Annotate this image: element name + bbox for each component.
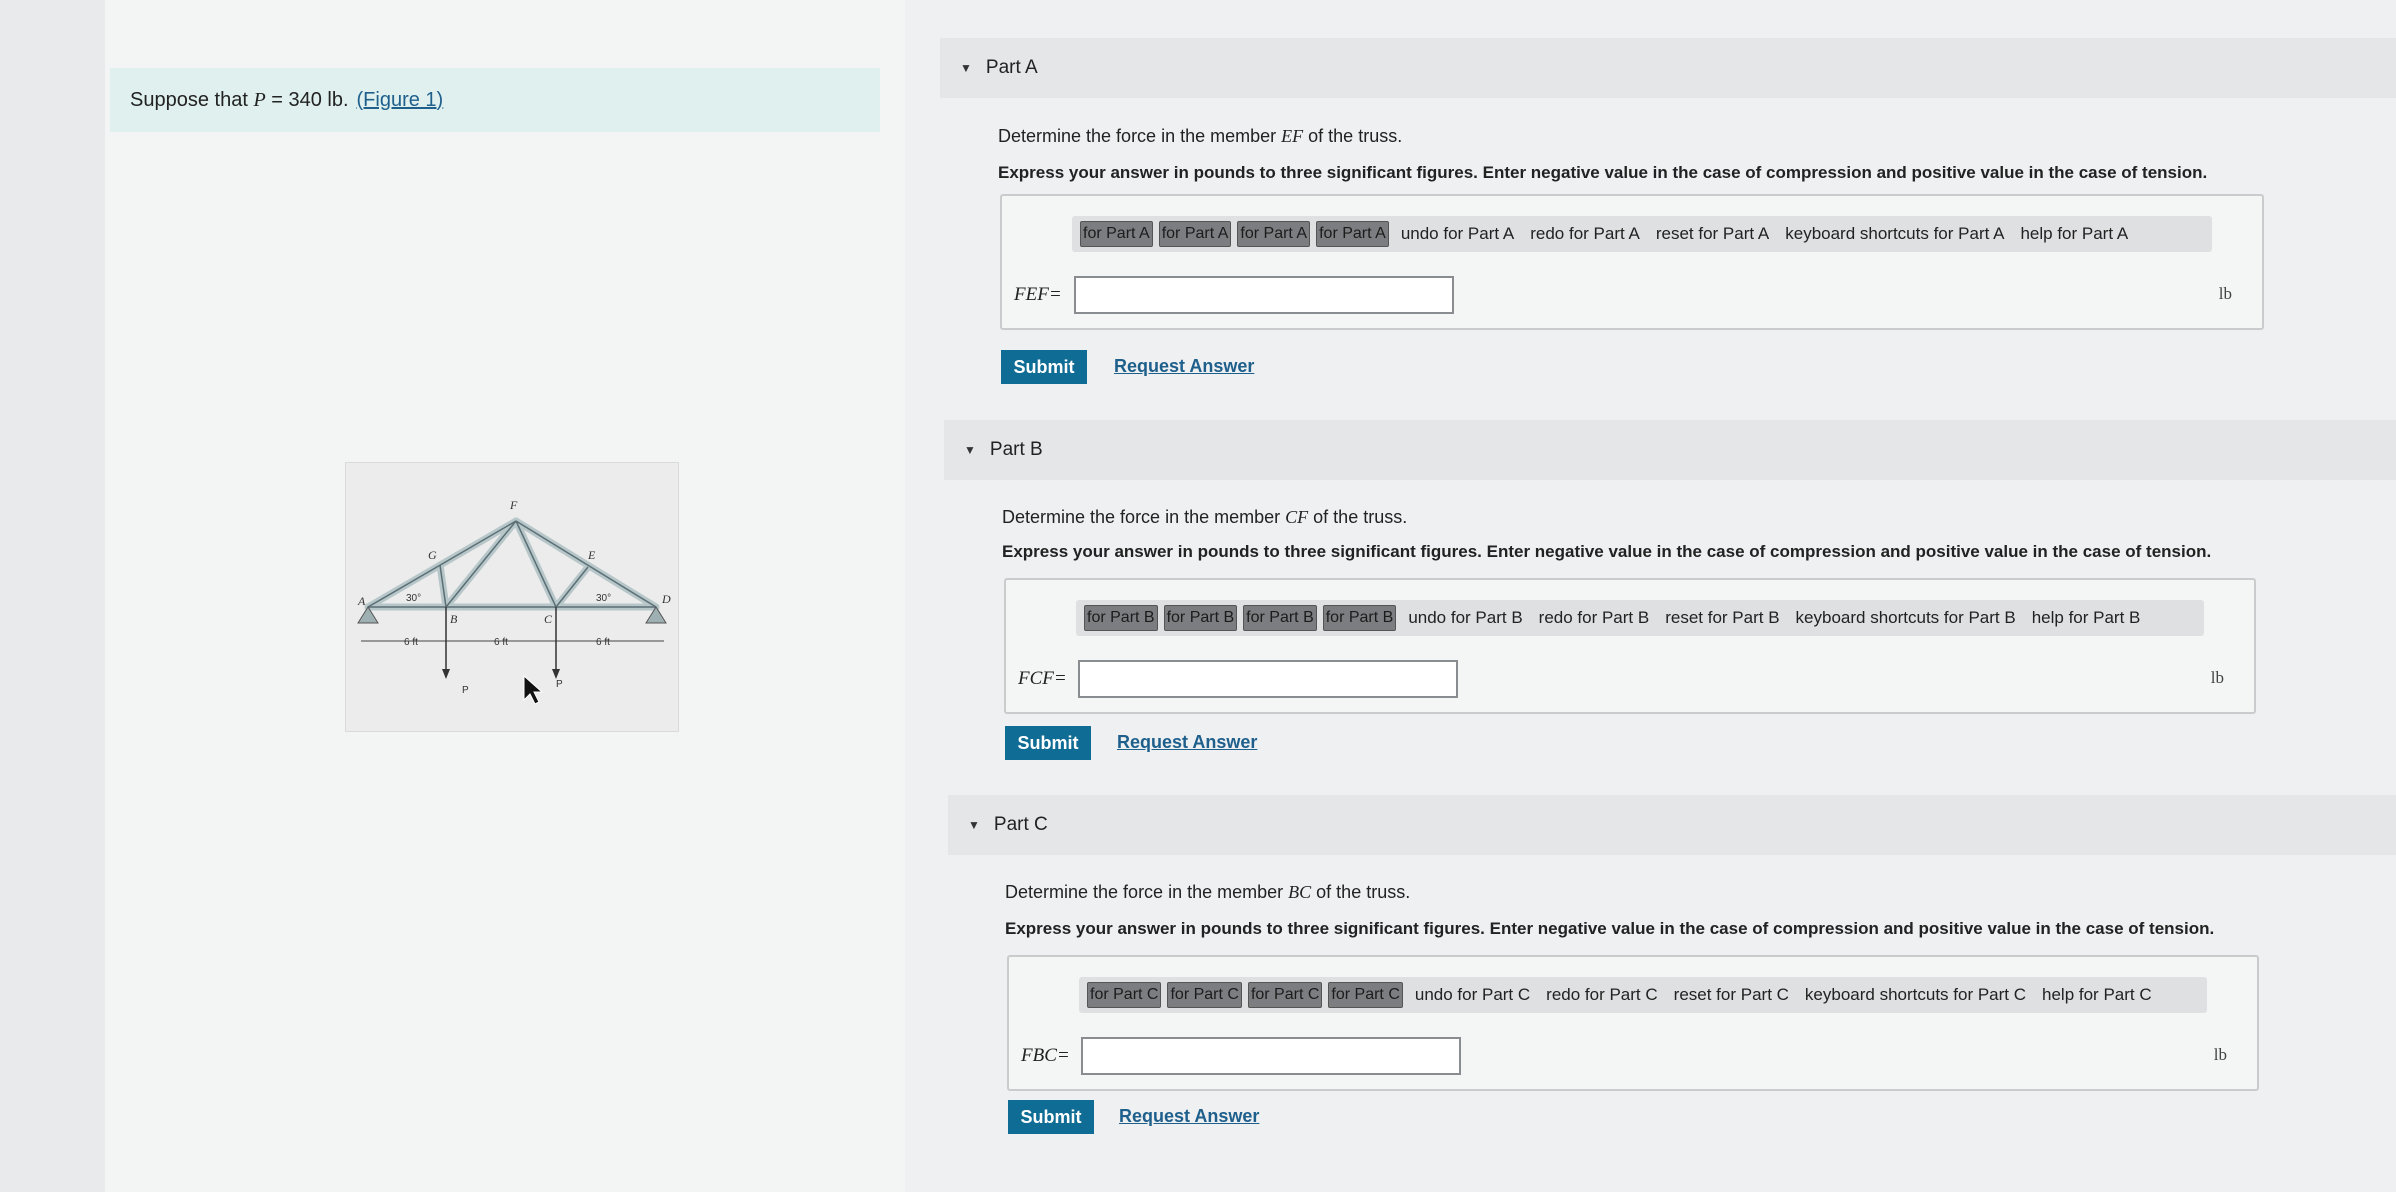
- part-c-question: Determine the force in the member BC of …: [1005, 882, 1410, 903]
- undo-button[interactable]: undo for Part C: [1415, 985, 1530, 1005]
- angle-left: 30°: [406, 593, 421, 604]
- part-a-instruction: Express your answer in pounds to three s…: [998, 163, 2208, 182]
- part-b-unit: lb: [2210, 668, 2224, 687]
- part-a-answer-box: for Part A for Part A for Part A for Par…: [1000, 194, 2264, 330]
- part-b-request-answer-link[interactable]: Request Answer: [1117, 732, 1257, 753]
- question-suffix: of the truss.: [1313, 507, 1408, 527]
- dim-1: 6 ft: [404, 637, 418, 648]
- part-c-unit: lb: [2213, 1045, 2227, 1064]
- figure-link[interactable]: (Figure 1): [357, 89, 444, 112]
- problem-text-prefix: Suppose that: [130, 88, 248, 111]
- part-a-variable-label: FEF=: [1014, 284, 1062, 305]
- part-c-variable-label: FBC=: [1021, 1045, 1070, 1066]
- undo-button[interactable]: undo for Part A: [1401, 224, 1514, 244]
- redo-button[interactable]: redo for Part C: [1546, 985, 1658, 1005]
- part-b-question: Determine the force in the member CF of …: [1002, 507, 1407, 528]
- help-button[interactable]: help for Part A: [2020, 224, 2128, 244]
- caret-down-icon: ▼: [968, 818, 980, 832]
- template-button[interactable]: for Part B: [1243, 605, 1317, 631]
- keyboard-shortcuts-button[interactable]: keyboard shortcuts for Part B: [1796, 608, 2016, 628]
- dim-3: 6 ft: [596, 637, 610, 648]
- template-button[interactable]: for Part A: [1237, 221, 1311, 247]
- question-prefix: Determine the force in the member: [998, 126, 1277, 146]
- part-c-answer-box: for Part C for Part C for Part C for Par…: [1007, 955, 2259, 1091]
- help-button[interactable]: help for Part C: [2042, 985, 2152, 1005]
- truss-diagram: F G E A D B C 30° 30° 6 ft 6 ft 6 ft P P: [357, 498, 671, 696]
- part-a-submit-button[interactable]: Submit: [1001, 350, 1087, 384]
- template-button[interactable]: for Part C: [1167, 982, 1242, 1008]
- label-C: C: [544, 612, 553, 626]
- member-name: BC: [1288, 882, 1312, 902]
- load-1: P: [462, 685, 469, 696]
- load-2: P: [556, 679, 563, 690]
- part-c-header[interactable]: ▼ Part C: [948, 795, 2396, 855]
- template-button[interactable]: for Part C: [1328, 982, 1403, 1008]
- part-a-request-answer-link[interactable]: Request Answer: [1114, 356, 1254, 377]
- help-button[interactable]: help for Part B: [2032, 608, 2141, 628]
- part-b-answer-input[interactable]: [1078, 660, 1458, 698]
- part-c-instruction: Express your answer in pounds to three s…: [1005, 919, 2215, 938]
- label-E: E: [587, 548, 596, 562]
- part-c-toolbar: for Part C for Part C for Part C for Par…: [1079, 977, 2207, 1013]
- part-b-answer-box: for Part B for Part B for Part B for Par…: [1004, 578, 2256, 714]
- undo-button[interactable]: undo for Part B: [1408, 608, 1522, 628]
- template-button[interactable]: for Part B: [1322, 605, 1397, 631]
- reset-button[interactable]: reset for Part C: [1674, 985, 1789, 1005]
- part-a-header[interactable]: ▼ Part A: [940, 38, 2396, 98]
- keyboard-shortcuts-button[interactable]: keyboard shortcuts for Part A: [1785, 224, 2004, 244]
- keyboard-shortcuts-button[interactable]: keyboard shortcuts for Part C: [1805, 985, 2026, 1005]
- label-G: G: [428, 548, 437, 562]
- truss-figure[interactable]: F G E A D B C 30° 30° 6 ft 6 ft 6 ft P P: [345, 462, 679, 732]
- part-a-unit: lb: [2218, 284, 2232, 303]
- part-b-toolbar: for Part B for Part B for Part B for Par…: [1076, 600, 2204, 636]
- problem-statement: Suppose that P = 340 lb. (Figure 1): [110, 68, 880, 132]
- angle-right: 30°: [596, 593, 611, 604]
- caret-down-icon: ▼: [964, 443, 976, 457]
- part-a-toolbar: for Part A for Part A for Part A for Par…: [1072, 216, 2212, 252]
- mouse-cursor-icon: [523, 674, 544, 705]
- redo-button[interactable]: redo for Part A: [1530, 224, 1640, 244]
- part-b-title: Part B: [989, 439, 1043, 460]
- template-button[interactable]: for Part A: [1158, 221, 1232, 247]
- caret-down-icon: ▼: [960, 61, 972, 75]
- problem-variable: P: [253, 88, 266, 111]
- part-c-request-answer-link[interactable]: Request Answer: [1119, 1106, 1259, 1127]
- part-c-title: Part C: [993, 814, 1048, 835]
- label-A: A: [357, 594, 366, 608]
- part-c-answer-input[interactable]: [1081, 1037, 1461, 1075]
- member-name: CF: [1285, 507, 1309, 527]
- part-b-submit-button[interactable]: Submit: [1005, 726, 1091, 760]
- dim-2: 6 ft: [494, 637, 508, 648]
- template-button[interactable]: for Part B: [1084, 605, 1158, 631]
- template-button[interactable]: for Part A: [1080, 221, 1153, 247]
- member-name: EF: [1281, 126, 1304, 146]
- label-F: F: [509, 498, 518, 512]
- template-button[interactable]: for Part C: [1247, 982, 1323, 1008]
- template-button[interactable]: for Part C: [1087, 982, 1162, 1008]
- part-a-answer-input[interactable]: [1074, 276, 1454, 314]
- part-a-question: Determine the force in the member EF of …: [998, 126, 1402, 147]
- part-b-variable-label: FCF=: [1018, 668, 1067, 689]
- reset-button[interactable]: reset for Part A: [1656, 224, 1769, 244]
- label-B: B: [450, 612, 458, 626]
- part-c-submit-button[interactable]: Submit: [1008, 1100, 1094, 1134]
- template-button[interactable]: for Part A: [1316, 221, 1389, 247]
- part-b-header[interactable]: ▼ Part B: [944, 420, 2396, 480]
- question-suffix: of the truss.: [1308, 126, 1403, 146]
- reset-button[interactable]: reset for Part B: [1665, 608, 1779, 628]
- template-button[interactable]: for Part B: [1163, 605, 1238, 631]
- problem-value: = 340 lb: [271, 88, 343, 111]
- label-D: D: [661, 592, 671, 606]
- question-prefix: Determine the force in the member: [1005, 882, 1284, 902]
- redo-button[interactable]: redo for Part B: [1539, 608, 1650, 628]
- part-a-title: Part A: [985, 57, 1038, 78]
- question-prefix: Determine the force in the member: [1002, 507, 1281, 527]
- part-b-instruction: Express your answer in pounds to three s…: [1002, 542, 2212, 561]
- question-suffix: of the truss.: [1316, 882, 1411, 902]
